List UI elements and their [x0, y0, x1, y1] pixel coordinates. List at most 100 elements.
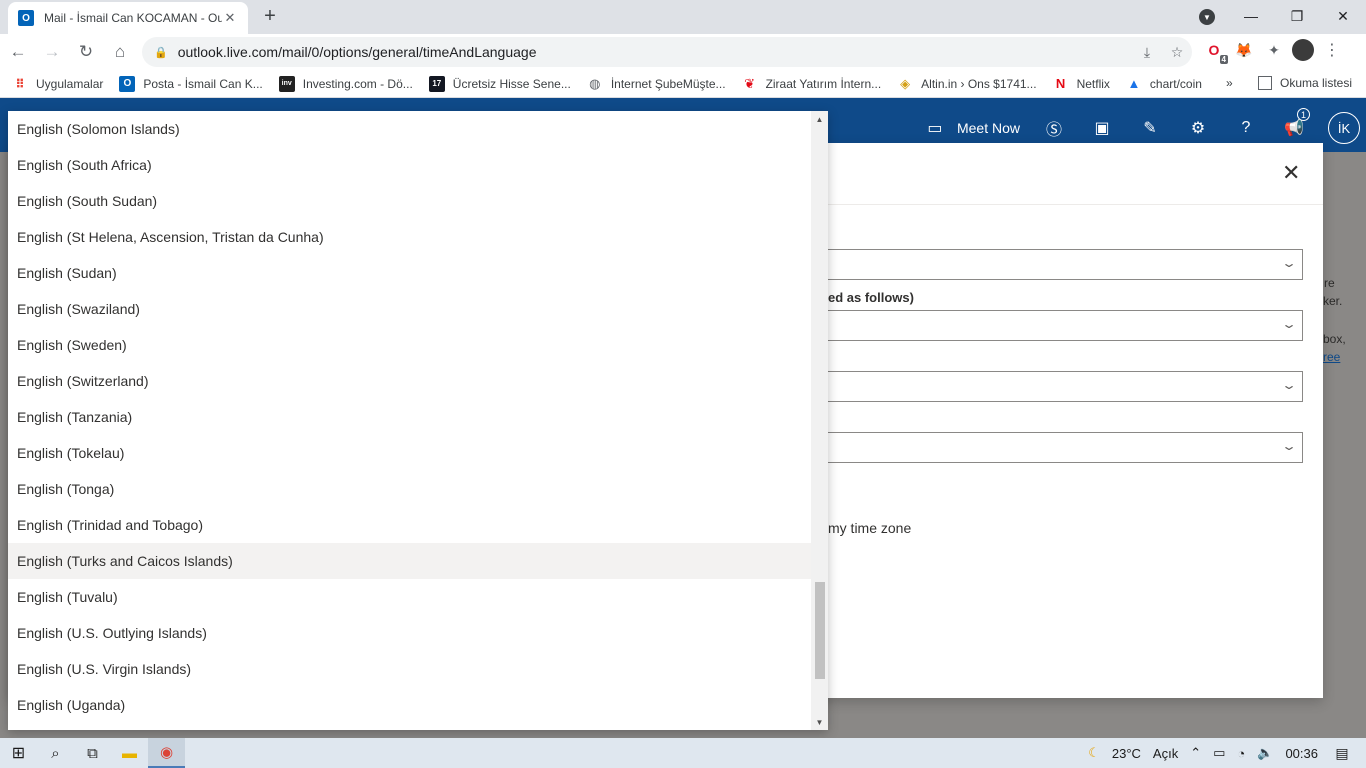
dropdown-options: English (Solomon Islands) English (South …	[8, 111, 811, 723]
profile-avatar[interactable]	[1292, 39, 1314, 61]
apps-grid-icon: ⠿	[15, 76, 25, 91]
language-option[interactable]: English (Tonga)	[8, 471, 811, 507]
task-view-icon[interactable]: ⧉	[74, 738, 111, 768]
chevron-up-icon[interactable]: ⌃	[1190, 745, 1201, 761]
chrome-menu-icon[interactable]: ⋮	[1320, 40, 1344, 60]
forward-button[interactable]: →	[36, 36, 68, 68]
language-option[interactable]: English (Turks and Caicos Islands)	[8, 543, 811, 579]
bookmark-chart-coin[interactable]: ▲ chart/coin	[1126, 76, 1201, 92]
chrome-profile-icon[interactable]: ▼	[1199, 9, 1215, 25]
time-zone-checkbox-label[interactable]: my time zone	[828, 520, 911, 536]
bookmark-star-icon[interactable]: ☆	[1162, 44, 1192, 61]
language-option[interactable]: English (Trinidad and Tobago)	[8, 507, 811, 543]
scrollbar-thumb[interactable]	[815, 582, 825, 679]
restore-button[interactable]: ❐	[1274, 0, 1320, 32]
language-option[interactable]: English (U.S. Virgin Islands)	[8, 651, 811, 687]
language-dropdown-list[interactable]: English (Solomon Islands) English (South …	[8, 111, 828, 730]
chevron-down-icon: ⌄	[1280, 256, 1298, 270]
to-do-icon[interactable]: ✎	[1136, 114, 1164, 142]
time-zone-select[interactable]: ⌄	[808, 432, 1303, 463]
bookmark-ziraat[interactable]: ❦ Ziraat Yatırım İntern...	[742, 75, 881, 92]
outlook-favicon-icon: O	[18, 10, 34, 26]
help-icon[interactable]: ?	[1232, 114, 1260, 142]
meet-now-button[interactable]: Meet Now	[957, 120, 1020, 136]
scroll-down-icon[interactable]: ▼	[811, 714, 828, 730]
bookmarks-more-button[interactable]: »	[1226, 76, 1233, 90]
opera-extension-icon[interactable]: O4	[1202, 38, 1228, 64]
bookmark-altin[interactable]: ◈ Altin.in › Ons $1741...	[897, 76, 1036, 92]
chevron-down-icon: ⌄	[1280, 439, 1298, 453]
chevron-down-icon: ⌄	[1280, 317, 1298, 331]
scroll-up-icon[interactable]: ▲	[811, 111, 828, 127]
language-select[interactable]: ⌄	[808, 249, 1303, 280]
video-camera-icon[interactable]: ▭	[921, 114, 949, 142]
browser-tab-outlook[interactable]: O Mail - İsmail Can KOCAMAN - Ou ✕	[8, 2, 248, 34]
weather-temp[interactable]: 23°C	[1112, 746, 1141, 761]
language-option[interactable]: English (South Africa)	[8, 147, 811, 183]
outlook-icon: O	[119, 75, 136, 92]
language-option[interactable]: English (Switzerland)	[8, 363, 811, 399]
chart-coin-icon: ▲	[1127, 76, 1141, 91]
url-text[interactable]: outlook.live.com/mail/0/options/general/…	[178, 44, 1132, 60]
volume-icon[interactable]: 🔈	[1257, 745, 1273, 761]
office-icon[interactable]: ▣	[1088, 114, 1116, 142]
notification-icon[interactable]: ▤	[1330, 745, 1354, 762]
background-link[interactable]: ree	[1323, 350, 1340, 364]
reading-list-button[interactable]: Okuma listesi	[1258, 76, 1352, 90]
language-option[interactable]: English (Sweden)	[8, 327, 811, 363]
bookmark-apps[interactable]: ⠿ Uygulamalar	[12, 76, 103, 92]
language-option[interactable]: English (South Sudan)	[8, 183, 811, 219]
back-button[interactable]: ←	[2, 36, 34, 68]
language-option[interactable]: English (St Helena, Ascension, Tristan d…	[8, 219, 811, 255]
home-button[interactable]: ⌂	[104, 36, 136, 68]
language-option[interactable]: English (Swaziland)	[8, 291, 811, 327]
language-option[interactable]: English (Tokelau)	[8, 435, 811, 471]
bookmark-investing[interactable]: inv Investing.com - Dö...	[278, 75, 413, 92]
gear-icon[interactable]: ⚙	[1184, 114, 1212, 142]
ziraat-icon: ❦	[744, 75, 756, 91]
search-icon[interactable]: ⌕	[37, 738, 74, 768]
battery-icon[interactable]: ▭	[1213, 745, 1225, 761]
language-option[interactable]: English (Tuvalu)	[8, 579, 811, 615]
background-text-2: ker.	[1323, 294, 1343, 308]
megaphone-icon[interactable]: 📢 1	[1280, 108, 1310, 142]
wifi-icon[interactable]: ◔	[1237, 746, 1245, 761]
bookmarks-bar: ⠿ Uygulamalar O Posta - İsmail Can K... …	[0, 70, 1366, 98]
dialog-divider	[828, 204, 1323, 205]
account-avatar[interactable]: İK	[1328, 112, 1360, 144]
address-bar[interactable]: 🔒 outlook.live.com/mail/0/options/genera…	[142, 37, 1192, 67]
language-option[interactable]: English (Solomon Islands)	[8, 111, 811, 147]
dropdown-scrollbar[interactable]: ▲ ▼	[811, 111, 828, 730]
language-option[interactable]: English (Uganda)	[8, 687, 811, 723]
bookmark-netflix[interactable]: N Netflix	[1053, 76, 1110, 92]
weather-desc[interactable]: Açık	[1153, 746, 1178, 761]
chrome-taskbar-icon[interactable]: ◉	[148, 738, 185, 768]
language-option[interactable]: English (Sudan)	[8, 255, 811, 291]
language-option[interactable]: English (U.S. Outlying Islands)	[8, 615, 811, 651]
metamask-extension-icon[interactable]: 🦊	[1232, 38, 1256, 62]
reading-list-icon	[1258, 76, 1272, 90]
clock[interactable]: 00:36	[1285, 746, 1318, 761]
lock-icon[interactable]: 🔒	[154, 46, 168, 59]
close-icon[interactable]: ✕	[1282, 160, 1300, 186]
windows-start-icon[interactable]: ⊞	[0, 738, 37, 768]
weather-icon[interactable]: ☾	[1088, 745, 1100, 761]
window-controls: — ❐ ✕	[1228, 0, 1366, 32]
tab-close-icon[interactable]: ✕	[222, 10, 238, 26]
close-window-button[interactable]: ✕	[1320, 0, 1366, 32]
extensions-puzzle-icon[interactable]: ✦	[1262, 38, 1286, 62]
skype-icon[interactable]: Ⓢ	[1040, 114, 1068, 142]
minimize-button[interactable]: —	[1228, 0, 1274, 32]
language-option[interactable]: English (Tanzania)	[8, 399, 811, 435]
bookmark-tradingview[interactable]: 17 Ücretsiz Hisse Sene...	[428, 75, 571, 92]
investing-icon: inv	[278, 75, 295, 92]
file-explorer-icon[interactable]: ▬	[111, 738, 148, 768]
time-format-select[interactable]: ⌄	[808, 371, 1303, 402]
install-app-icon[interactable]: ⤓	[1132, 44, 1162, 61]
bookmark-outlook[interactable]: O Posta - İsmail Can K...	[119, 75, 263, 92]
chevron-down-icon: ⌄	[1280, 378, 1298, 392]
date-format-select[interactable]: ⌄	[808, 310, 1303, 341]
reload-button[interactable]: ↻	[70, 36, 102, 68]
new-tab-button[interactable]: +	[258, 5, 282, 29]
bookmark-internet-sube[interactable]: ◍ İnternet ŞubeMüşte...	[587, 76, 725, 92]
